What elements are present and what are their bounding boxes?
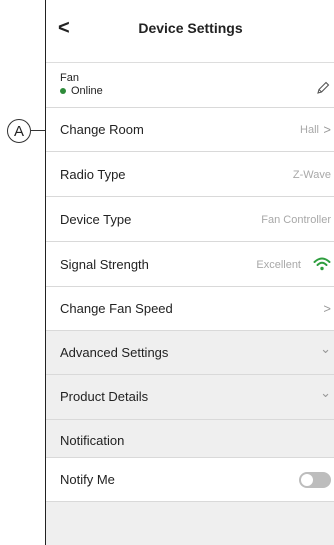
device-status-text: Online: [71, 85, 103, 97]
chevron-right-icon: >: [323, 301, 331, 316]
radio-type-row: Radio Type Z-Wave: [46, 152, 334, 197]
notify-me-toggle[interactable]: [299, 472, 331, 488]
status-dot-icon: [60, 88, 66, 94]
device-name: Fan: [60, 72, 79, 84]
callout-marker-a: A: [7, 119, 31, 143]
chevron-down-icon: ⌄: [320, 385, 331, 400]
signal-strength-row: Signal Strength Excellent: [46, 242, 334, 287]
device-type-label: Device Type: [60, 212, 132, 227]
bottom-empty-area: [46, 502, 334, 545]
notify-me-row: Notify Me: [46, 458, 334, 502]
chevron-right-icon: >: [323, 122, 331, 137]
device-name-row[interactable]: Fan Online: [46, 63, 334, 108]
product-details-row[interactable]: Product Details ⌄: [46, 375, 334, 420]
signal-strength-value: Excellent: [256, 259, 301, 271]
product-details-label: Product Details: [60, 389, 149, 404]
notification-section-header: Notification: [46, 420, 334, 458]
change-fan-speed-row[interactable]: Change Fan Speed >: [46, 287, 334, 331]
change-room-label: Change Room: [60, 122, 144, 137]
toggle-knob: [301, 474, 313, 486]
wifi-icon: [313, 257, 331, 271]
device-type-value: Fan Controller: [261, 214, 331, 226]
notify-me-label: Notify Me: [60, 472, 115, 487]
device-status: Online: [60, 85, 103, 97]
change-room-row[interactable]: Change Room Hall >: [46, 108, 334, 152]
change-fan-speed-label: Change Fan Speed: [60, 301, 173, 316]
advanced-settings-label: Advanced Settings: [60, 345, 169, 360]
pencil-edit-icon[interactable]: [316, 81, 330, 95]
radio-type-value: Z-Wave: [292, 169, 331, 181]
chevron-down-icon: ⌄: [320, 341, 331, 356]
radio-type-label: Radio Type: [60, 167, 126, 182]
page-title: Device Settings: [138, 20, 243, 36]
notification-section-title: Notification: [60, 433, 125, 448]
device-type-row: Device Type Fan Controller: [46, 197, 334, 242]
signal-strength-label: Signal Strength: [60, 257, 149, 272]
advanced-settings-row[interactable]: Advanced Settings ⌄: [46, 331, 334, 375]
device-settings-screen: < Device Settings Fan Online Change Room…: [45, 0, 334, 545]
change-room-value: Hall: [300, 124, 319, 136]
header: < Device Settings: [46, 0, 334, 63]
